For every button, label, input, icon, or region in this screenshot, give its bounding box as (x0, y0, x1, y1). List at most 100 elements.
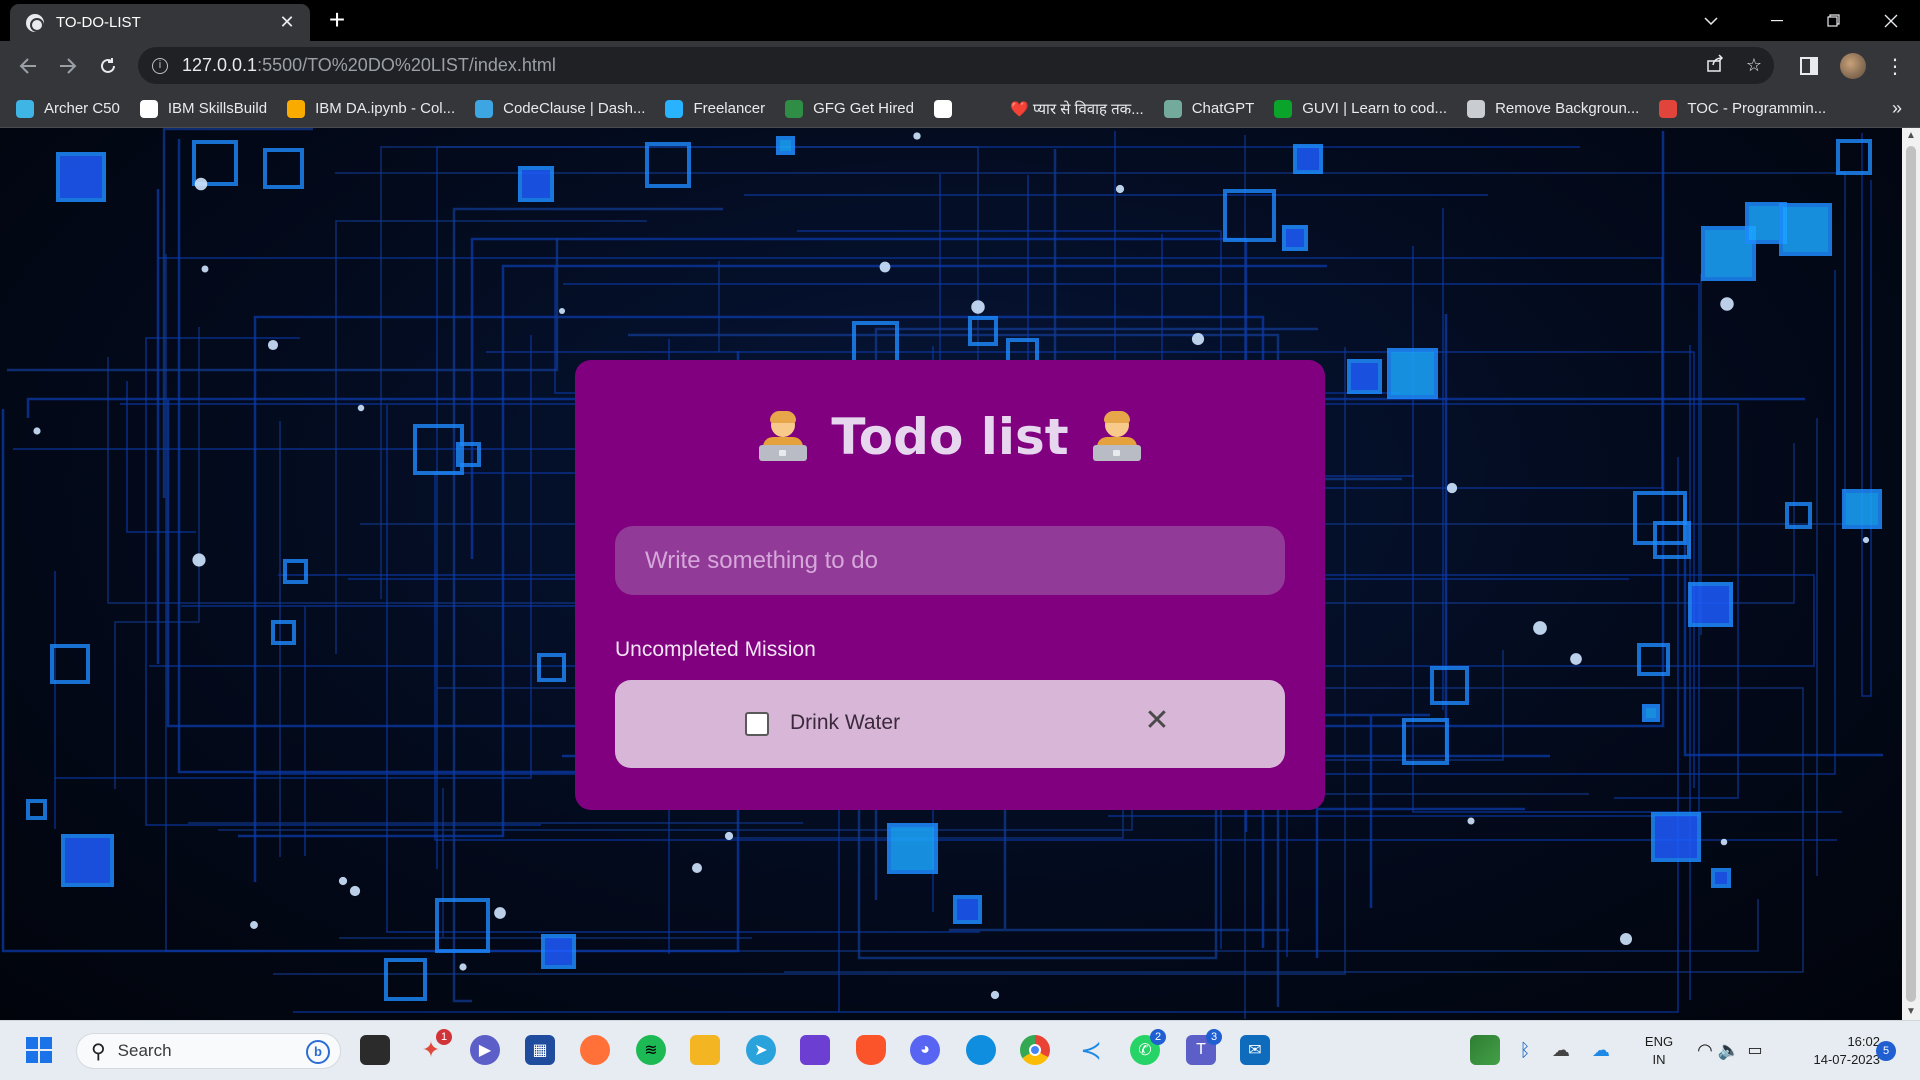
bookmark-item[interactable]: Archer C50 (16, 99, 120, 118)
battery-icon[interactable]: ▭ (1740, 1035, 1770, 1065)
glow-dot (971, 300, 985, 314)
search-label: Search (117, 1041, 172, 1060)
circuit-chip (435, 898, 490, 953)
file-explorer-icon[interactable] (690, 1035, 720, 1065)
bookmark-label: ❤️ प्यार से विवाह तक... (1010, 100, 1144, 118)
share-icon[interactable] (1706, 54, 1724, 77)
bookmark-item[interactable]: ChatGPT (1163, 99, 1254, 118)
address-bar[interactable]: i 127.0.0.1:5500/TO%20DO%20LIST/index.ht… (138, 47, 1774, 84)
bookmark-favicon-icon (1274, 99, 1293, 118)
page-viewport: Todo list Write something to do Uncomple… (0, 128, 1902, 1020)
search-icon: ⚲ (91, 1040, 106, 1063)
cloud-icon[interactable]: ☁ (1546, 1035, 1576, 1065)
url-host: 127.0.0.1 (182, 55, 258, 75)
bookmark-item[interactable]: TOC - Programmin... (1659, 99, 1826, 118)
circuit-chip (1347, 359, 1382, 394)
scroll-up-arrow-icon[interactable]: ▲ (1902, 128, 1920, 144)
back-arrow-icon[interactable] (12, 50, 44, 82)
circuit-trace (162, 128, 313, 498)
bookmark-item[interactable] (934, 99, 962, 118)
bookmark-favicon-icon (785, 99, 804, 118)
circuit-chip (1836, 139, 1872, 175)
new-tab-button[interactable]: + (322, 6, 352, 36)
glow-dot (1720, 838, 1728, 846)
more-bookmarks-chevron-icon[interactable]: » (1892, 98, 1902, 119)
bookmark-item[interactable]: Remove Backgroun... (1467, 99, 1639, 118)
teams-icon[interactable]: T3 (1186, 1029, 1222, 1065)
task-checkbox[interactable] (745, 712, 769, 736)
glow-dot (201, 265, 209, 273)
app-with-notification-icon[interactable]: ✦ 1 (416, 1029, 452, 1065)
scroll-down-arrow-icon[interactable]: ▼ (1902, 1004, 1920, 1020)
firefox-icon[interactable] (580, 1035, 610, 1065)
discord-icon[interactable]: ◕ (910, 1035, 940, 1065)
tray-app-icon[interactable] (1470, 1035, 1500, 1065)
bookmark-favicon-icon (16, 99, 34, 118)
glow-dot (1862, 536, 1870, 544)
circuit-chip (887, 823, 938, 874)
language-indicator[interactable]: ENG IN (1636, 1033, 1682, 1069)
tab-close-icon[interactable]: ✕ (276, 12, 298, 33)
glow-dot (879, 261, 891, 273)
side-panel-icon[interactable] (1800, 50, 1818, 82)
browser-tab[interactable]: TO-DO-LIST ✕ (10, 4, 310, 41)
bookmark-item[interactable]: IBM DA.ipynb - Col... (287, 99, 456, 118)
restore-icon[interactable] (1804, 0, 1862, 41)
notification-badge[interactable]: 5 (1876, 1041, 1896, 1061)
circuit-trace (1861, 133, 1872, 697)
minimize-icon[interactable] (1748, 0, 1806, 41)
circuit-chip (26, 799, 47, 820)
store-icon[interactable]: ▦ (525, 1035, 555, 1065)
bookmark-item[interactable]: IBM SkillsBuild (139, 99, 268, 118)
tab-search-chevron-icon[interactable] (1682, 0, 1740, 41)
bookmark-item[interactable]: CodeClause | Dash... (475, 99, 646, 118)
delete-task-icon[interactable]: ✕ (1140, 704, 1174, 738)
bookmark-item[interactable]: GUVI | Learn to cod... (1274, 99, 1447, 118)
bookmark-item[interactable]: Freelancer (665, 99, 765, 118)
circuit-chip (1430, 666, 1469, 705)
onedrive-icon[interactable]: ☁ (1586, 1035, 1616, 1065)
spotify-icon[interactable]: ≋ (636, 1035, 666, 1065)
clapper-icon[interactable] (800, 1035, 830, 1065)
globe-icon (26, 13, 44, 32)
chrome-icon[interactable] (1020, 1035, 1050, 1065)
bookmark-label: IBM DA.ipynb - Col... (315, 100, 456, 117)
page-scrollbar[interactable]: ▲ ▼ (1902, 128, 1920, 1020)
vscode-icon[interactable]: ≺ (1076, 1035, 1106, 1065)
bookmark-favicon-icon (287, 99, 306, 118)
scrollbar-thumb[interactable] (1906, 146, 1916, 1002)
brave-icon[interactable] (856, 1035, 886, 1065)
circuit-chip (1387, 348, 1438, 399)
new-task-input[interactable]: Write something to do (615, 526, 1285, 595)
windows-taskbar: ⚲ Search b ✦ 1 ▶ ▦ ≋ ➤ ◕ ≺ ✆ 2 T3 ✉ ᛒ ☁ ☁ … (0, 1020, 1920, 1080)
glow-dot (33, 427, 41, 435)
circuit-chip (776, 136, 795, 155)
circuit-chip (50, 644, 90, 684)
profile-avatar[interactable] (1840, 50, 1866, 82)
bookmark-label: IBM SkillsBuild (167, 100, 268, 117)
reload-icon[interactable] (92, 50, 124, 82)
bing-icon[interactable]: b (306, 1040, 330, 1064)
bookmark-favicon-icon (982, 99, 1000, 118)
circuit-chip (953, 895, 982, 924)
meet-icon[interactable]: ▶ (470, 1035, 500, 1065)
task-view-icon[interactable] (360, 1035, 390, 1065)
bluetooth-icon[interactable]: ᛒ (1510, 1035, 1540, 1065)
edge-icon[interactable] (966, 1035, 996, 1065)
bookmark-label: CodeClause | Dash... (503, 100, 646, 117)
bookmark-star-icon[interactable]: ☆ (1746, 55, 1762, 76)
site-info-icon[interactable]: i (152, 57, 168, 74)
menu-kebab-icon[interactable]: ⋮ (1885, 50, 1905, 82)
taskbar-search[interactable]: ⚲ Search b (76, 1033, 341, 1069)
windows-start-icon[interactable] (24, 1035, 54, 1065)
bookmark-favicon-icon (1163, 99, 1182, 118)
mail-icon[interactable]: ✉ (1240, 1035, 1270, 1065)
telegram-icon[interactable]: ➤ (746, 1035, 776, 1065)
system-clock[interactable]: 16:02 14-07-2023 (1780, 1033, 1881, 1069)
forward-arrow-icon[interactable] (52, 50, 84, 82)
bookmark-item[interactable]: GFG Get Hired (785, 99, 914, 118)
whatsapp-icon[interactable]: ✆ 2 (1130, 1029, 1166, 1065)
circuit-trace (1315, 781, 1525, 958)
bookmark-item[interactable]: ❤️ प्यार से विवाह तक... (982, 99, 1144, 119)
close-window-icon[interactable] (1862, 0, 1920, 41)
